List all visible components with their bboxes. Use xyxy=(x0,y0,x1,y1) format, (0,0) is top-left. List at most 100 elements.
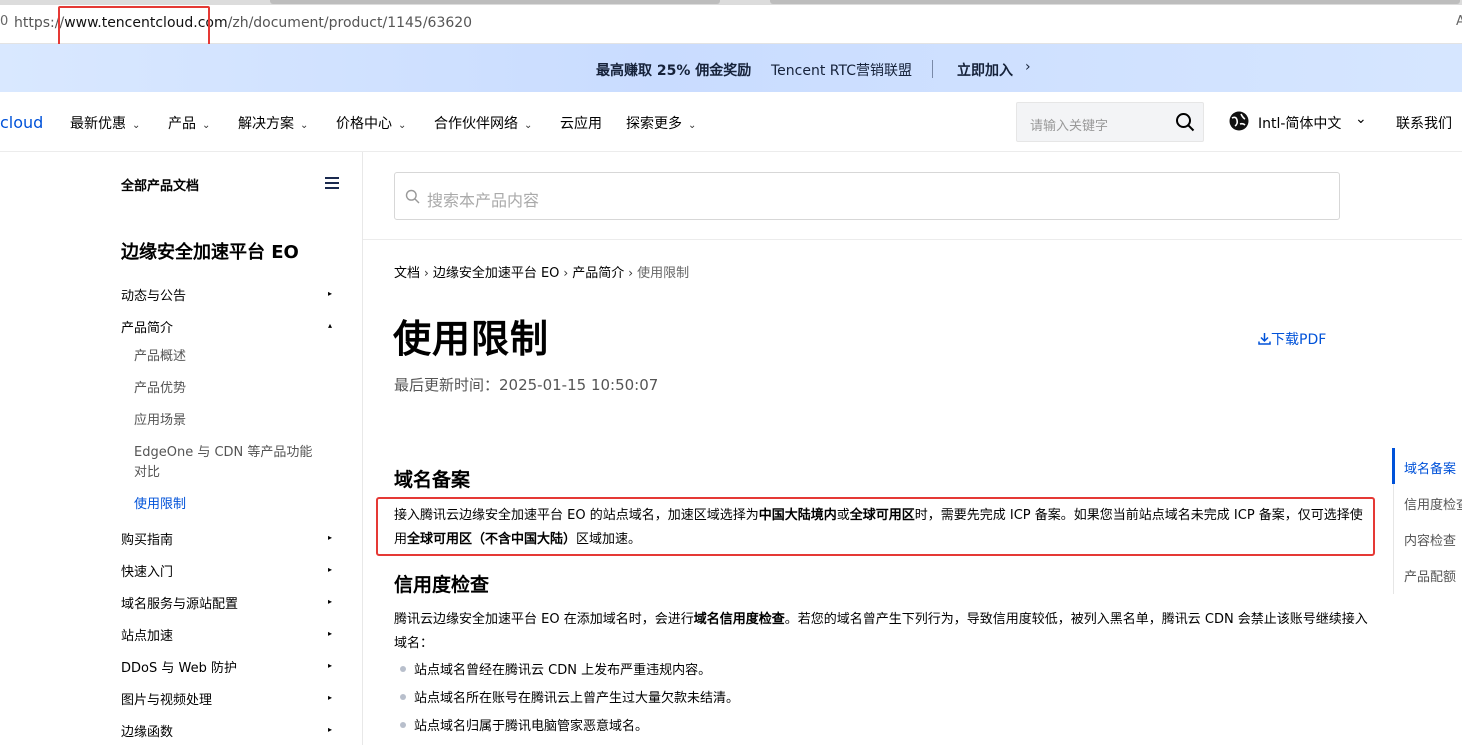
sidebar-subitem-scenarios[interactable]: 应用场景 xyxy=(134,411,186,431)
nav-item-explore[interactable]: 探索更多 ⌄ xyxy=(626,113,696,133)
sidebar-subitem-comparison[interactable]: EdgeOne 与 CDN 等产品功能对比 xyxy=(134,443,319,483)
globe-icon[interactable] xyxy=(1228,110,1250,132)
caret-right-icon[interactable]: ▸ xyxy=(328,289,332,298)
caret-up-icon[interactable]: ▴ xyxy=(328,321,332,330)
caret-right-icon[interactable]: ▸ xyxy=(328,661,332,670)
download-icon xyxy=(1258,333,1271,345)
chevron-down-icon: ⌄ xyxy=(300,120,309,131)
breadcrumb-current: 使用限制 xyxy=(637,266,690,281)
breadcrumb-docs[interactable]: 文档 xyxy=(394,266,420,281)
breadcrumb-separator: › xyxy=(424,266,429,280)
toc-item-quota[interactable]: 产品配额 xyxy=(1404,566,1456,585)
promo-join-link[interactable]: 立即加入 xyxy=(957,60,1013,80)
page-title: 使用限制 xyxy=(393,317,550,361)
nav-item-pricing[interactable]: 价格中心 ⌄ xyxy=(336,113,406,133)
caret-right-icon[interactable]: ▸ xyxy=(328,565,332,574)
chevron-down-icon: ⌄ xyxy=(132,120,141,131)
contact-us-link[interactable]: 联系我们 xyxy=(1396,113,1452,133)
promo-bonus-text: 最高赚取 25% 佣金奖励 xyxy=(596,63,752,79)
nav-item-label: 云应用 xyxy=(560,116,602,132)
caret-right-icon[interactable]: ▸ xyxy=(328,629,332,638)
toc-active-indicator xyxy=(1392,448,1395,484)
nav-item-cloud-apps[interactable]: 云应用 xyxy=(560,113,602,133)
bullet-dot xyxy=(400,721,406,728)
sidebar-item-acceleration[interactable]: 站点加速 xyxy=(121,625,173,644)
main-nav: cloud 最新优惠 ⌄ 产品 ⌄ 解决方案 ⌄ 价格中心 ⌄ 合作伙伴网络 ⌄ 云应用 … xyxy=(0,92,1462,152)
breadcrumb: 文档 › 边缘安全加速平台 EO › 产品简介 › 使用限制 xyxy=(394,262,689,281)
download-pdf-button[interactable]: 下载PDF xyxy=(1258,329,1326,349)
sidebar-item-quickstart[interactable]: 快速入门 xyxy=(121,561,173,580)
sidebar-item-ddos-waf[interactable]: DDoS 与 Web 防护 xyxy=(121,657,237,676)
breadcrumb-separator: › xyxy=(628,266,634,280)
paragraph-highlight-box xyxy=(376,497,1375,556)
sidebar-item-media[interactable]: 图片与视频处理 xyxy=(121,689,212,708)
chevron-down-icon: ⌄ xyxy=(202,120,211,131)
caret-right-icon[interactable]: ▸ xyxy=(328,597,332,606)
product-search-input[interactable]: 搜索本产品内容 xyxy=(394,172,1340,220)
download-pdf-label: 下载PDF xyxy=(1271,332,1327,348)
list-item: 站点域名曾经在腾讯云 CDN 上发布严重违规内容。 xyxy=(400,659,711,678)
toc-item-content-check[interactable]: 内容检查 xyxy=(1404,530,1456,549)
nav-item-solutions[interactable]: 解决方案 ⌄ xyxy=(238,113,308,133)
menu-icon[interactable] xyxy=(325,177,339,189)
promo-divider xyxy=(932,60,933,78)
chevron-down-icon: ⌄ xyxy=(688,120,697,131)
sidebar-item-news[interactable]: 动态与公告 xyxy=(121,285,186,304)
section-paragraph-credit: 腾讯云边缘安全加速平台 EO 在添加域名时，会进行域名信用度检查。若您的域名曾产… xyxy=(394,608,1374,656)
paragraph-text: 腾讯云边缘安全加速平台 EO 在添加域名时，会进行 xyxy=(394,612,694,627)
language-selector[interactable]: Intl-简体中文 xyxy=(1258,113,1341,133)
section-heading-filing: 域名备案 xyxy=(394,469,471,491)
sidebar-item-intro[interactable]: 产品简介 xyxy=(121,317,173,336)
nav-item-label: 最新优惠 xyxy=(70,116,126,132)
chevron-down-icon[interactable]: ⌄ xyxy=(1355,111,1367,127)
promo-program-text: Tencent RTC营销联盟 xyxy=(771,63,912,79)
product-search-placeholder: 搜索本产品内容 xyxy=(427,191,540,210)
list-item-text: 站点域名曾经在腾讯云 CDN 上发布严重违规内容。 xyxy=(414,663,712,678)
list-item-text: 站点域名所在账号在腾讯云上曾产生过大量欠款未结清。 xyxy=(414,691,740,706)
last-updated: 最后更新时间：2025-01-15 10:50:07 xyxy=(394,376,659,394)
toc-item-filing[interactable]: 域名备案 xyxy=(1404,458,1456,477)
reader-mode-icon[interactable]: A xyxy=(1456,14,1462,29)
bullet-dot xyxy=(400,693,406,700)
url-scheme: https:// xyxy=(14,15,65,31)
sidebar-item-edge-functions[interactable]: 边缘函数 xyxy=(121,721,173,740)
address-bar[interactable]: 0 https://www.tencentcloud.com/zh/docume… xyxy=(0,0,1462,44)
promo-banner[interactable]: 最高赚取 25% 佣金奖励 Tencent RTC营销联盟 立即加入 › xyxy=(0,44,1462,92)
sidebar-item-domain-origin[interactable]: 域名服务与源站配置 xyxy=(121,593,238,612)
nav-item-products[interactable]: 产品 ⌄ xyxy=(168,113,210,133)
caret-right-icon[interactable]: ▸ xyxy=(328,725,332,734)
divider xyxy=(363,239,1462,240)
paragraph-bold: 域名信用度检查 xyxy=(693,612,785,627)
search-icon[interactable] xyxy=(1175,112,1195,132)
nav-item-label: 解决方案 xyxy=(238,116,294,132)
browser-tab[interactable] xyxy=(770,0,1460,4)
browser-tab[interactable] xyxy=(270,0,720,4)
sidebar-subitem-overview[interactable]: 产品概述 xyxy=(134,347,186,367)
sidebar-subitem-advantages[interactable]: 产品优势 xyxy=(134,379,186,399)
site-info-icon[interactable]: 0 xyxy=(0,14,8,29)
all-docs-link[interactable]: 全部产品文档 xyxy=(121,175,199,194)
caret-right-icon[interactable]: ▸ xyxy=(328,693,332,702)
product-title[interactable]: 边缘安全加速平台 EO xyxy=(121,238,299,264)
toc-item-credit[interactable]: 信用度检查 xyxy=(1404,494,1462,513)
breadcrumb-product[interactable]: 边缘安全加速平台 EO xyxy=(433,266,560,281)
nav-search-input[interactable]: 请输入关键字 xyxy=(1016,102,1204,142)
list-item-text: 站点域名归属于腾讯电脑管家恶意域名。 xyxy=(414,719,649,734)
nav-item-label: 产品 xyxy=(168,116,196,132)
breadcrumb-separator: › xyxy=(563,266,569,280)
site-logo[interactable]: cloud xyxy=(0,113,43,132)
sidebar-subitem-limits[interactable]: 使用限制 xyxy=(134,495,186,515)
caret-right-icon[interactable]: ▸ xyxy=(328,533,332,542)
list-item: 站点域名归属于腾讯电脑管家恶意域名。 xyxy=(400,715,648,734)
nav-item-partners[interactable]: 合作伙伴网络 ⌄ xyxy=(434,113,532,133)
tab-strip xyxy=(0,0,1462,5)
section-heading-credit: 信用度检查 xyxy=(394,574,490,596)
chevron-down-icon: ⌄ xyxy=(524,120,533,131)
nav-item-label: 合作伙伴网络 xyxy=(434,116,518,132)
nav-search-placeholder: 请输入关键字 xyxy=(1030,119,1109,134)
search-icon xyxy=(405,189,420,204)
chevron-down-icon: ⌄ xyxy=(398,120,407,131)
breadcrumb-intro[interactable]: 产品简介 xyxy=(572,266,624,281)
sidebar-item-purchase[interactable]: 购买指南 xyxy=(121,529,173,548)
nav-item-offers[interactable]: 最新优惠 ⌄ xyxy=(70,113,140,133)
